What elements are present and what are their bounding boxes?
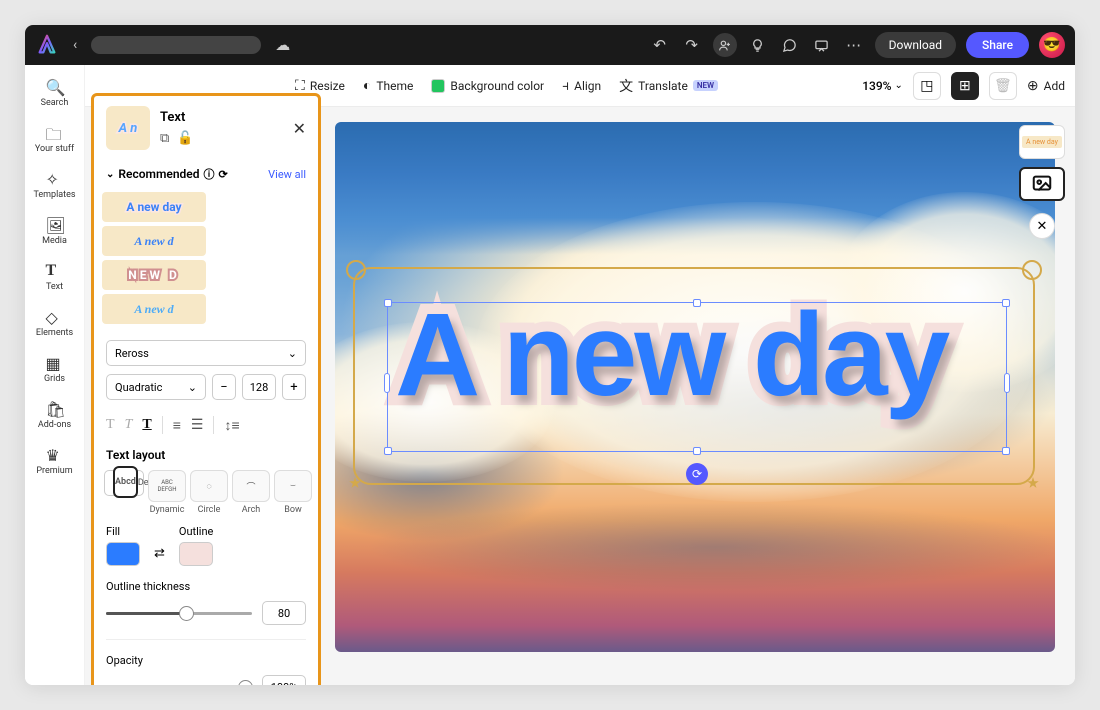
view-btn-2[interactable]: ⊞: [951, 72, 979, 100]
size-minus[interactable]: −: [212, 374, 236, 400]
present-icon[interactable]: [811, 34, 833, 56]
add-button[interactable]: ⊕Add: [1027, 78, 1065, 94]
zoom-level[interactable]: 139%⌄: [862, 79, 903, 93]
cloud-sync-icon[interactable]: ☁: [275, 36, 290, 54]
delete-icon[interactable]: 🗑: [989, 72, 1017, 100]
opacity-label: Opacity: [106, 654, 306, 667]
align-icon[interactable]: ≡: [173, 417, 181, 434]
add-people-icon[interactable]: [713, 33, 737, 57]
translate-button[interactable]: 文TranslateNEW: [619, 76, 718, 96]
topbar: ‹ ☁ ↶ ↷ ⋯ Download Share 😎: [25, 25, 1075, 65]
rail-premium[interactable]: ♛Premium: [25, 438, 84, 484]
duplicate-icon[interactable]: ⧉: [160, 131, 169, 146]
close-layer-icon[interactable]: ✕: [1029, 213, 1055, 239]
undo-icon[interactable]: ↶: [649, 34, 671, 56]
layout-dynamic[interactable]: ABCDEFGHDynamic: [148, 470, 186, 515]
comment-icon[interactable]: [779, 34, 801, 56]
left-rail: 🔍Search 🗀Your stuff ✧Templates 🖼Media TT…: [25, 65, 85, 685]
outline-swatch[interactable]: [179, 542, 213, 566]
layer-thumb-image[interactable]: [1019, 167, 1065, 201]
size-plus[interactable]: +: [282, 374, 306, 400]
resize-button[interactable]: ⛶Resize: [295, 78, 345, 94]
rail-search[interactable]: 🔍Search: [25, 70, 84, 116]
text-regular-icon[interactable]: T: [106, 417, 115, 433]
layout-circle[interactable]: ◌Circle: [190, 470, 228, 515]
style-tile-1[interactable]: A new day: [102, 192, 206, 222]
bulb-icon[interactable]: [747, 34, 769, 56]
back-chevron-icon[interactable]: ‹: [67, 35, 83, 55]
selection-box[interactable]: ⟳: [387, 302, 1007, 452]
text-thumb: A n: [106, 106, 150, 150]
font-select[interactable]: Reross⌄: [106, 340, 306, 366]
recommended-label[interactable]: ⌄Recommended ⓘ ⟳: [106, 166, 228, 182]
fill-swatch[interactable]: [106, 542, 140, 566]
panel-title: Text: [160, 110, 283, 125]
text-italic-icon[interactable]: T: [125, 417, 133, 433]
layout-arch[interactable]: ⌒Arch: [232, 470, 270, 515]
theme-button[interactable]: ◐Theme: [363, 77, 414, 94]
size-value[interactable]: 128: [242, 374, 276, 400]
share-button[interactable]: Share: [966, 32, 1029, 58]
style-tile-4[interactable]: A new d: [102, 294, 206, 324]
rail-addons[interactable]: 🛍Add-ons: [25, 392, 84, 438]
canvas[interactable]: A new day ⟳: [335, 122, 1055, 652]
close-panel-icon[interactable]: ✕: [293, 119, 306, 138]
style-tile-2[interactable]: A new d: [102, 226, 206, 256]
doc-title[interactable]: [91, 36, 261, 54]
text-layout-label: Text layout: [94, 444, 318, 466]
rotate-handle[interactable]: ⟳: [686, 463, 708, 485]
swap-colors-icon[interactable]: ⇄: [154, 546, 165, 561]
view-btn-1[interactable]: ◳: [913, 72, 941, 100]
more-icon[interactable]: ⋯: [843, 34, 865, 56]
layer-thumbs: A new day ✕: [1019, 125, 1065, 239]
rail-grids[interactable]: ▦Grids: [25, 346, 84, 392]
weight-select[interactable]: Quadratic⌄: [106, 374, 206, 400]
text-panel: A n Text ⧉ 🔓 ✕ ⌄Recommended ⓘ ⟳ View all…: [91, 93, 321, 685]
rail-elements[interactable]: ◇Elements: [25, 300, 84, 346]
view-all-link[interactable]: View all: [268, 168, 306, 181]
outline-thick-label: Outline thickness: [106, 580, 306, 593]
text-underline-icon[interactable]: T: [142, 417, 151, 433]
app-logo[interactable]: [35, 33, 59, 57]
redo-icon[interactable]: ↷: [681, 34, 703, 56]
layer-thumb-text[interactable]: A new day: [1019, 125, 1065, 159]
spacing-icon[interactable]: ↕≡: [224, 417, 239, 434]
rail-text[interactable]: TText: [25, 254, 84, 300]
style-tile-3[interactable]: NEW D: [102, 260, 206, 290]
download-button[interactable]: Download: [875, 32, 956, 58]
avatar[interactable]: 😎: [1039, 32, 1065, 58]
layout-default[interactable]: AbcdDefault: [104, 470, 144, 496]
lock-icon[interactable]: 🔓: [177, 131, 193, 146]
outline-value[interactable]: 80: [262, 601, 306, 625]
rail-your-stuff[interactable]: 🗀Your stuff: [25, 116, 84, 162]
layout-bow[interactable]: ⌣Bow: [274, 470, 312, 515]
rail-templates[interactable]: ✧Templates: [25, 162, 84, 208]
align-button[interactable]: ⫞Align: [562, 78, 601, 94]
list-icon[interactable]: ☰: [191, 417, 204, 433]
outline-slider[interactable]: [106, 612, 252, 615]
rail-media[interactable]: 🖼Media: [25, 208, 84, 254]
opacity-value[interactable]: 100%: [262, 675, 306, 685]
bgcolor-button[interactable]: Background color: [431, 79, 544, 93]
